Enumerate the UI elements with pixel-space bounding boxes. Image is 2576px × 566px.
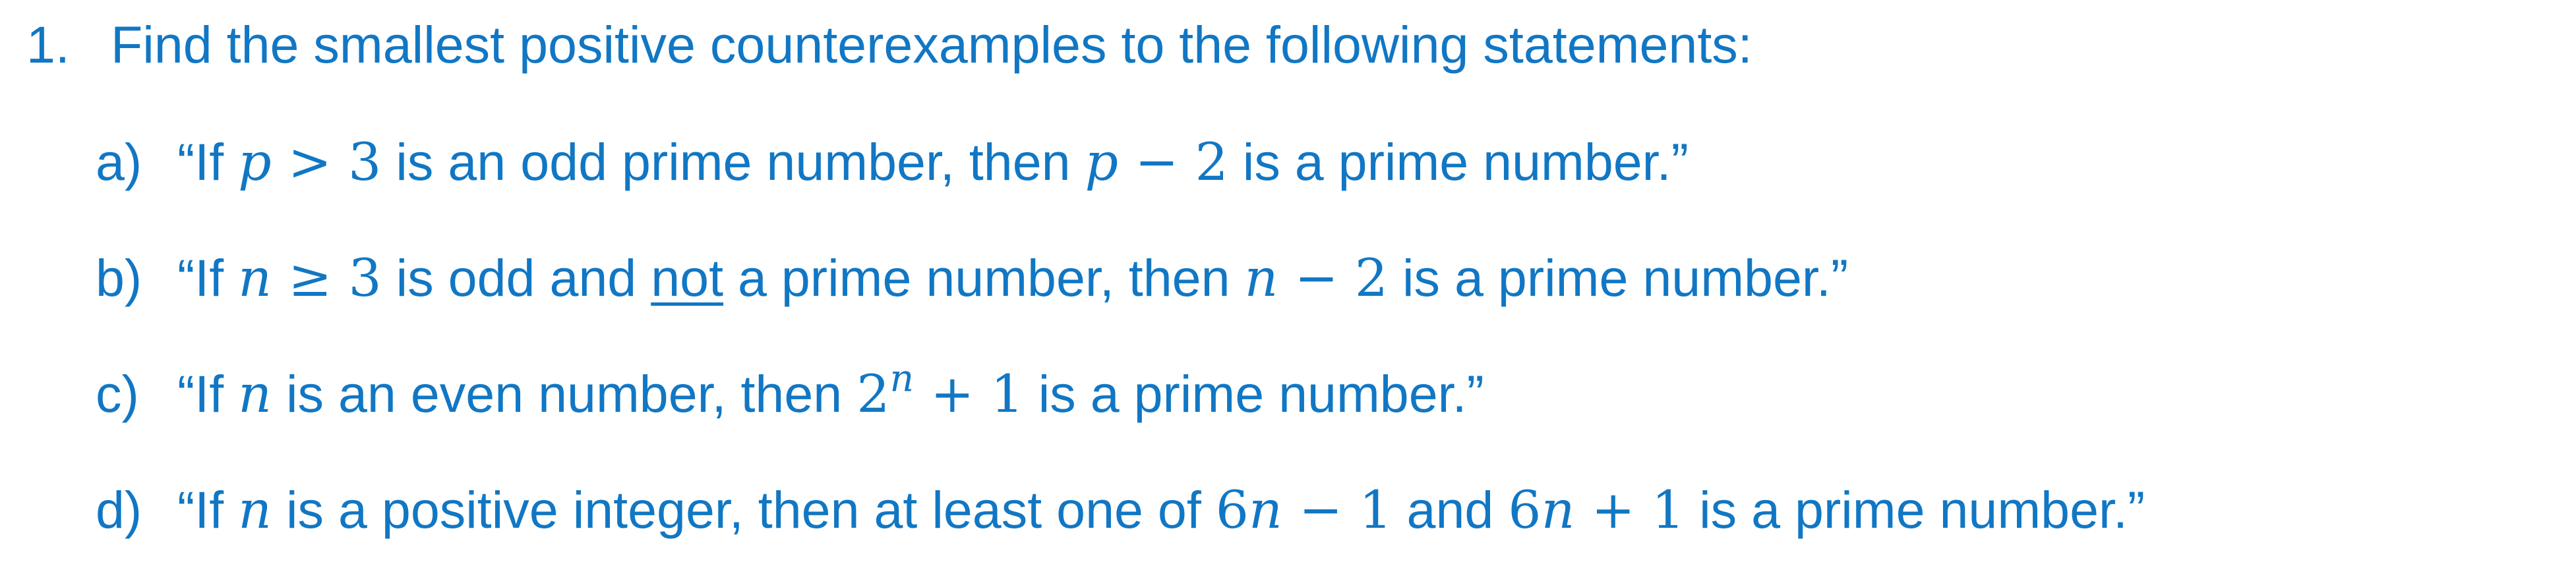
variable-n: n (1541, 480, 1575, 540)
statement-a-text-2: is an odd prime number, then (381, 132, 1085, 191)
variable-n: n (238, 248, 272, 308)
variable-n: n (238, 480, 272, 540)
statement-b-math-2: n − 2 (1244, 248, 1388, 308)
math-relation: > 3 (271, 132, 382, 192)
statement-a-letter: a) (96, 132, 142, 191)
statement-b-math-1: n ≥ 3 (238, 248, 382, 308)
statement-d-text-4: is a prime number.” (1685, 480, 2145, 539)
statement-b-letter: b) (96, 248, 142, 307)
math-expression: − 1 (1282, 480, 1393, 540)
variable-p: p (1085, 132, 1119, 192)
statement-c-letter: c) (96, 364, 139, 423)
statement-b: b) “If n ≥ 3 is odd and not a prime numbe… (96, 245, 1848, 311)
math-relation: ≥ 3 (272, 248, 382, 308)
underlined-word: not (651, 248, 724, 307)
statement-d-math-2: 6n − 1 (1216, 480, 1393, 540)
variable-n: n (1249, 480, 1282, 540)
power-base: 2 (856, 364, 890, 424)
statement-d-text-3: and (1392, 480, 1509, 539)
statement-c-math-1: n (238, 364, 272, 424)
statement-c-text-3: is a prime number.” (1023, 364, 1484, 423)
statement-d-text-1: “If (177, 480, 239, 539)
statement-b-text-4: is a prime number.” (1388, 248, 1849, 307)
variable-p: p (238, 132, 272, 192)
statement-d-text-2: is a positive integer, then at least one… (272, 480, 1216, 539)
statement-d-letter: d) (96, 480, 142, 539)
variable-n: n (1244, 248, 1278, 308)
statement-b-text-1: “If (177, 248, 239, 307)
statement-b-text-2: is odd and (381, 248, 651, 307)
statement-c-text-2: is an even number, then (272, 364, 857, 423)
power-exponent: n (889, 356, 914, 401)
math-expression: − 2 (1278, 248, 1389, 308)
statement-a-math-1: p > 3 (238, 132, 381, 192)
statement-a-math-2: p − 2 (1085, 132, 1228, 192)
statement-c-text-1: “If (177, 364, 239, 423)
coefficient: 6 (1215, 480, 1249, 540)
math-expression: + 1 (1574, 480, 1685, 540)
question-text: Find the smallest positive counterexampl… (111, 15, 1752, 74)
question-number: 1. (26, 15, 70, 74)
statement-a: a) “If p > 3 is an odd prime number, then… (96, 129, 1689, 195)
statement-c-math-2: 2n + 1 (856, 360, 1024, 424)
question-1: 1. Find the smallest positive counterexam… (26, 12, 1752, 78)
statement-d-math-1: n (238, 480, 272, 540)
statement-d-math-3: 6n + 1 (1508, 480, 1685, 540)
statement-c: c) “If n is an even number, then 2n + 1 i… (96, 360, 1484, 427)
math-expression: + 1 (914, 364, 1024, 424)
statement-b-text-3: a prime number, then (723, 248, 1245, 307)
variable-n: n (238, 364, 272, 424)
coefficient: 6 (1508, 480, 1542, 540)
statement-a-text-3: is a prime number.” (1228, 132, 1689, 191)
statement-a-text-1: “If (177, 132, 239, 191)
math-expression: − 2 (1118, 132, 1228, 192)
statement-d: d) “If n is a positive integer, then at l… (96, 477, 2145, 543)
